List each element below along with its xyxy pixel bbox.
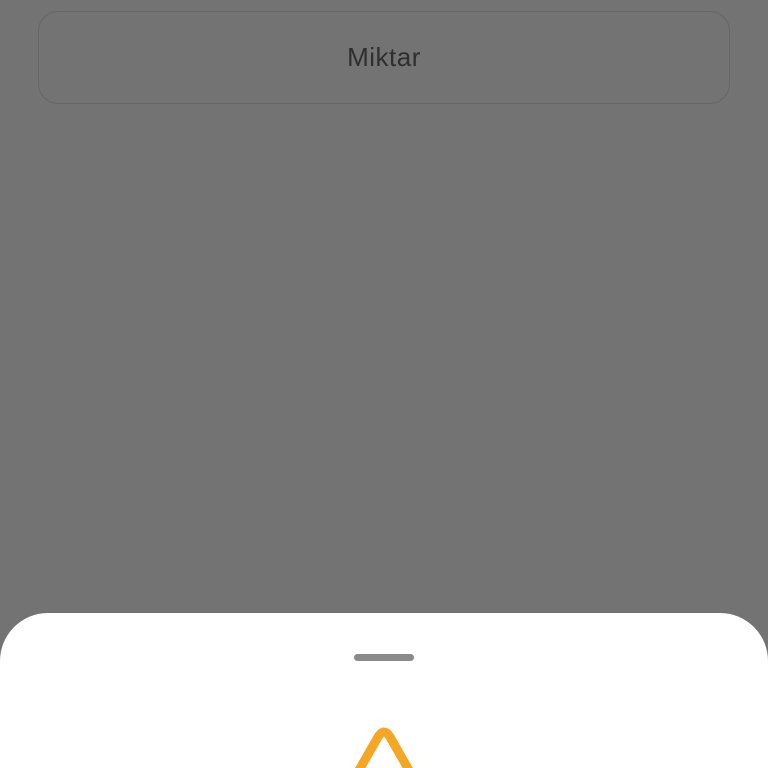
warning-icon <box>355 727 413 768</box>
amount-field-label: Miktar <box>347 42 421 72</box>
drag-handle[interactable] <box>354 654 414 661</box>
bottom-sheet <box>0 613 768 768</box>
screen: Miktar <box>0 0 768 768</box>
amount-field[interactable]: Miktar <box>38 11 730 104</box>
